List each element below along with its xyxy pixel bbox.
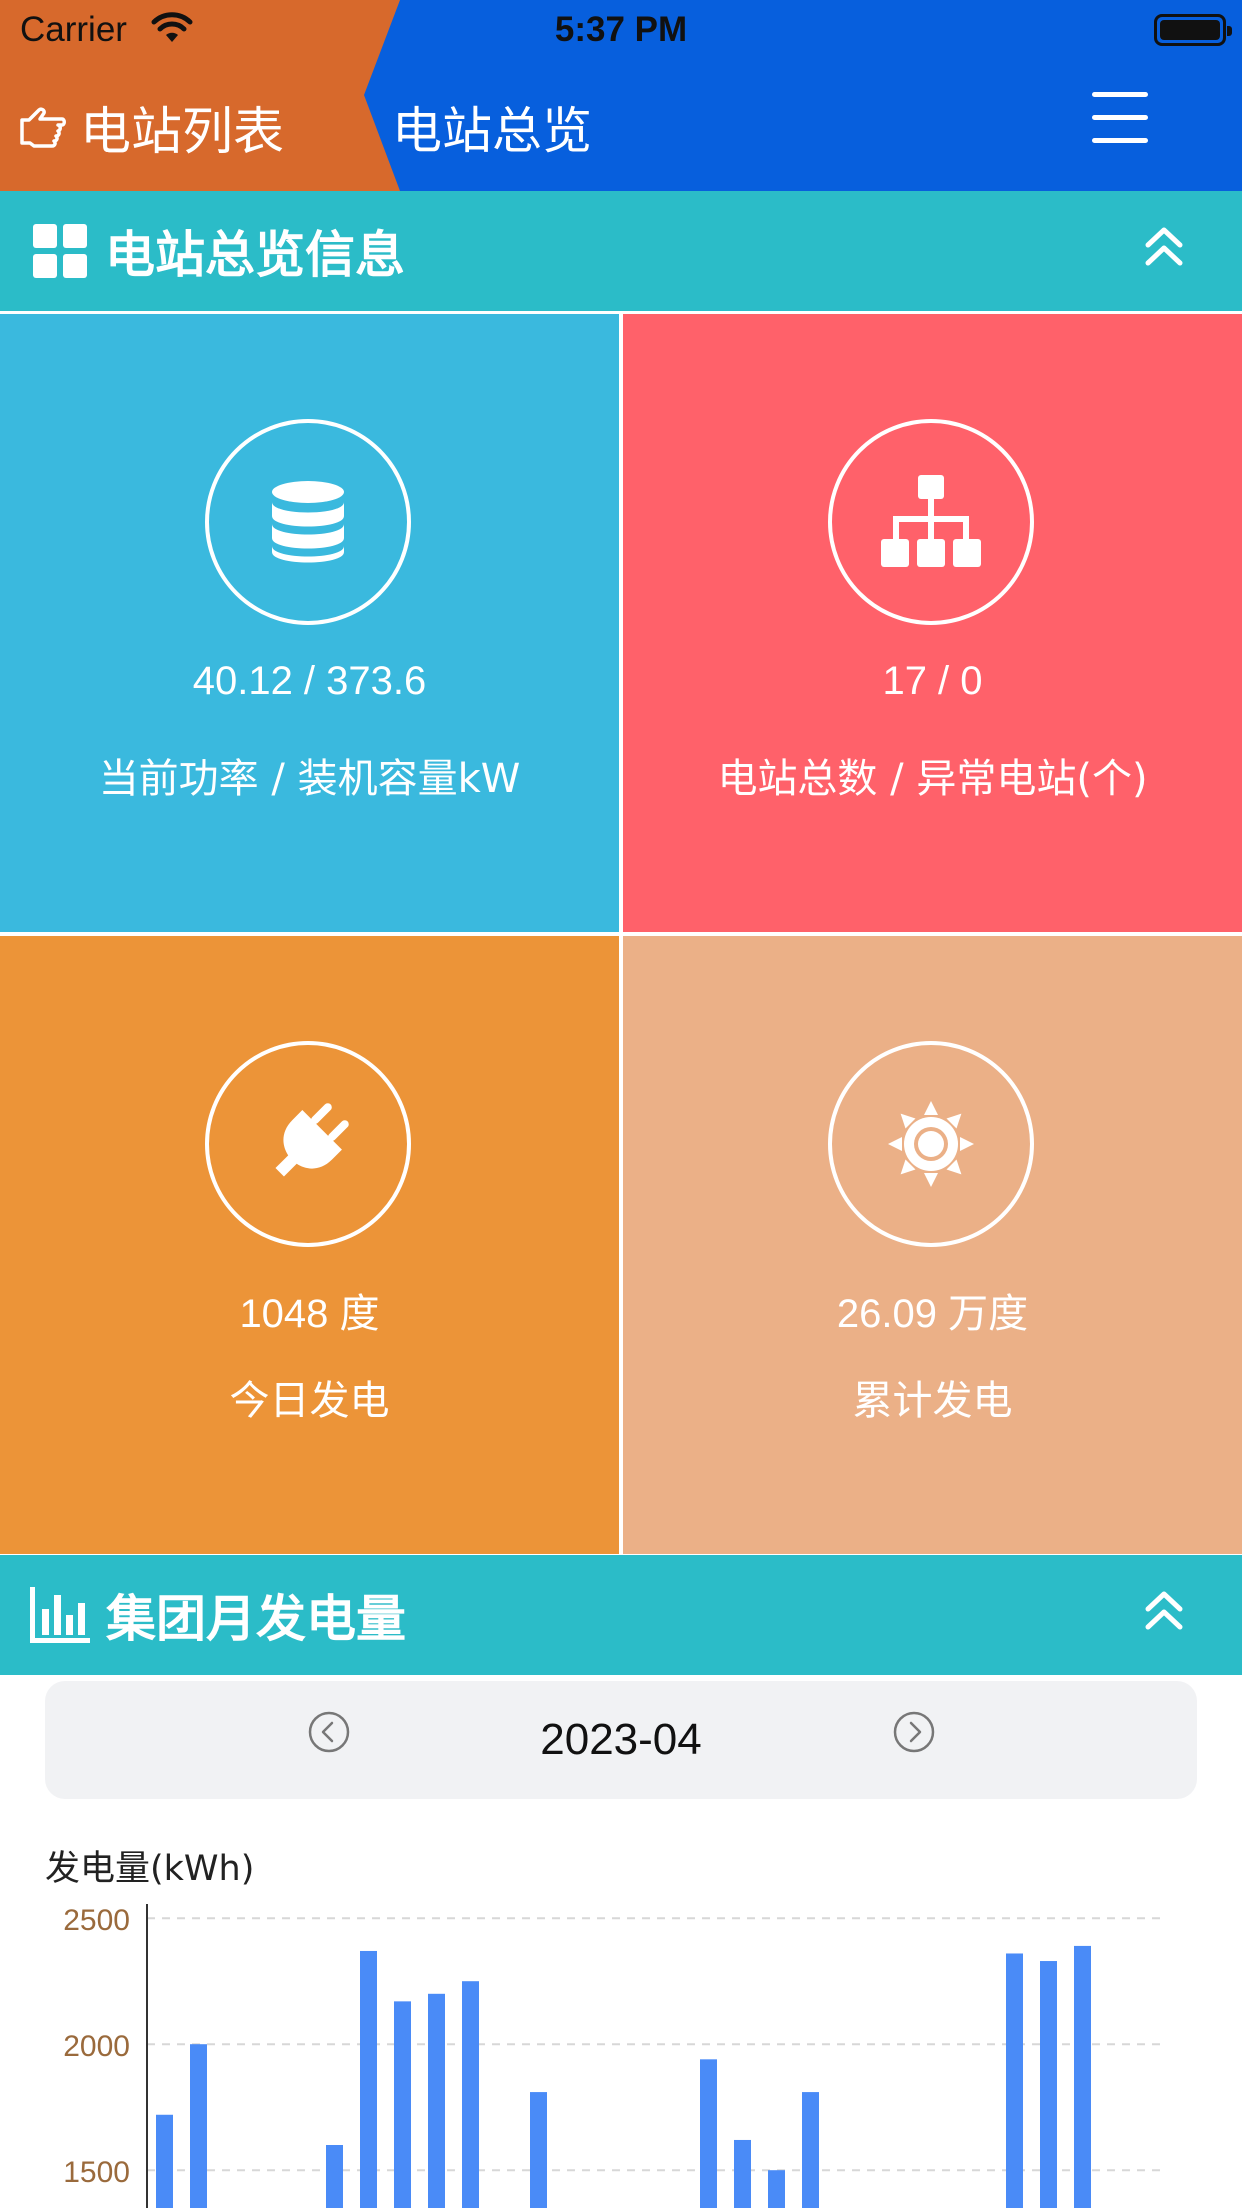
bar-day-6[interactable]	[326, 2145, 343, 2208]
y-tick-label: 1500	[63, 2156, 130, 2189]
monthly-generation-chart: 2500 2000 1500	[63, 1904, 1165, 2208]
sitemap-icon	[881, 475, 981, 567]
next-month-icon[interactable]	[892, 1710, 936, 1754]
tile-value: 17 / 0	[882, 659, 983, 703]
menu-icon	[1092, 92, 1148, 97]
bar-chart-icon	[30, 1587, 90, 1643]
today-generation-tile[interactable]: 1048 度 今日发电	[0, 936, 619, 1554]
month-picker: 2023-04	[45, 1681, 1197, 1799]
monthly-section-header[interactable]: 集团月发电量	[0, 1555, 1242, 1675]
selected-month[interactable]: 2023-04	[45, 1715, 1197, 1765]
chart-unit-label: 发电量(kWh)	[45, 1849, 255, 1889]
grid-icon	[33, 224, 87, 278]
tile-value: 1048 度	[239, 1292, 380, 1336]
bar-day-12[interactable]	[530, 2092, 547, 2208]
navigation-bar: Carrier 5:37 PM 电站列表 电站总览	[0, 0, 1242, 191]
bar-day-17[interactable]	[700, 2059, 717, 2208]
tile-icon-circle	[205, 419, 411, 625]
battery-icon	[1154, 14, 1232, 46]
status-bar: Carrier 5:37 PM	[0, 0, 1242, 64]
overview-section-header[interactable]: 电站总览信息	[0, 191, 1242, 311]
bar-day-2[interactable]	[190, 2044, 207, 2208]
status-time: 5:37 PM	[554, 10, 688, 49]
bar-day-18[interactable]	[734, 2139, 751, 2208]
hand-pointer-icon	[20, 107, 66, 148]
plug-icon	[275, 1103, 349, 1177]
tile-icon-circle	[205, 1041, 411, 1247]
tile-label: 今日发电	[229, 1378, 390, 1424]
y-tick-label: 2000	[63, 2030, 130, 2063]
sun-icon	[888, 1101, 974, 1187]
bar-day-9[interactable]	[428, 1993, 445, 2208]
collapse-chevron-icon[interactable]	[1144, 1589, 1184, 1633]
tile-value: 26.09 万度	[836, 1292, 1029, 1336]
database-icon	[272, 481, 344, 563]
menu-button[interactable]	[1092, 92, 1152, 148]
bar-day-28[interactable]	[1074, 1945, 1091, 2208]
bar-day-1[interactable]	[156, 2114, 173, 2208]
page-title: 电站总览	[392, 102, 592, 160]
tile-label: 累计发电	[852, 1378, 1013, 1424]
overview-section-title: 电站总览信息	[105, 226, 405, 284]
power-capacity-tile[interactable]: 40.12 / 373.6 当前功率 / 装机容量kW	[0, 314, 619, 932]
station-count-tile[interactable]: 17 / 0 电站总数 / 异常电站(个)	[623, 314, 1242, 932]
tile-icon-circle	[828, 1041, 1034, 1247]
tile-label: 当前功率 / 装机容量kW	[98, 756, 521, 802]
total-generation-tile[interactable]: 26.09 万度 累计发电	[623, 936, 1242, 1554]
y-tick-label: 2500	[63, 1904, 130, 1937]
tile-label: 电站总数 / 异常电站(个)	[717, 756, 1148, 802]
bar-day-7[interactable]	[360, 1950, 377, 2208]
tile-icon-circle	[828, 419, 1034, 625]
bar-day-10[interactable]	[462, 1981, 479, 2208]
monthly-section-title: 集团月发电量	[106, 1590, 406, 1648]
tile-value: 40.12 / 373.6	[192, 659, 427, 703]
station-list-label: 电站列表	[80, 103, 285, 162]
station-list-button[interactable]: 电站列表	[18, 95, 284, 162]
bar-day-19[interactable]	[768, 2170, 785, 2208]
bar-day-27[interactable]	[1040, 1961, 1057, 2208]
bar-day-20[interactable]	[802, 2092, 819, 2208]
collapse-chevron-icon[interactable]	[1144, 225, 1184, 269]
bar-day-26[interactable]	[1006, 1953, 1023, 2208]
bar-day-8[interactable]	[394, 2001, 411, 2208]
